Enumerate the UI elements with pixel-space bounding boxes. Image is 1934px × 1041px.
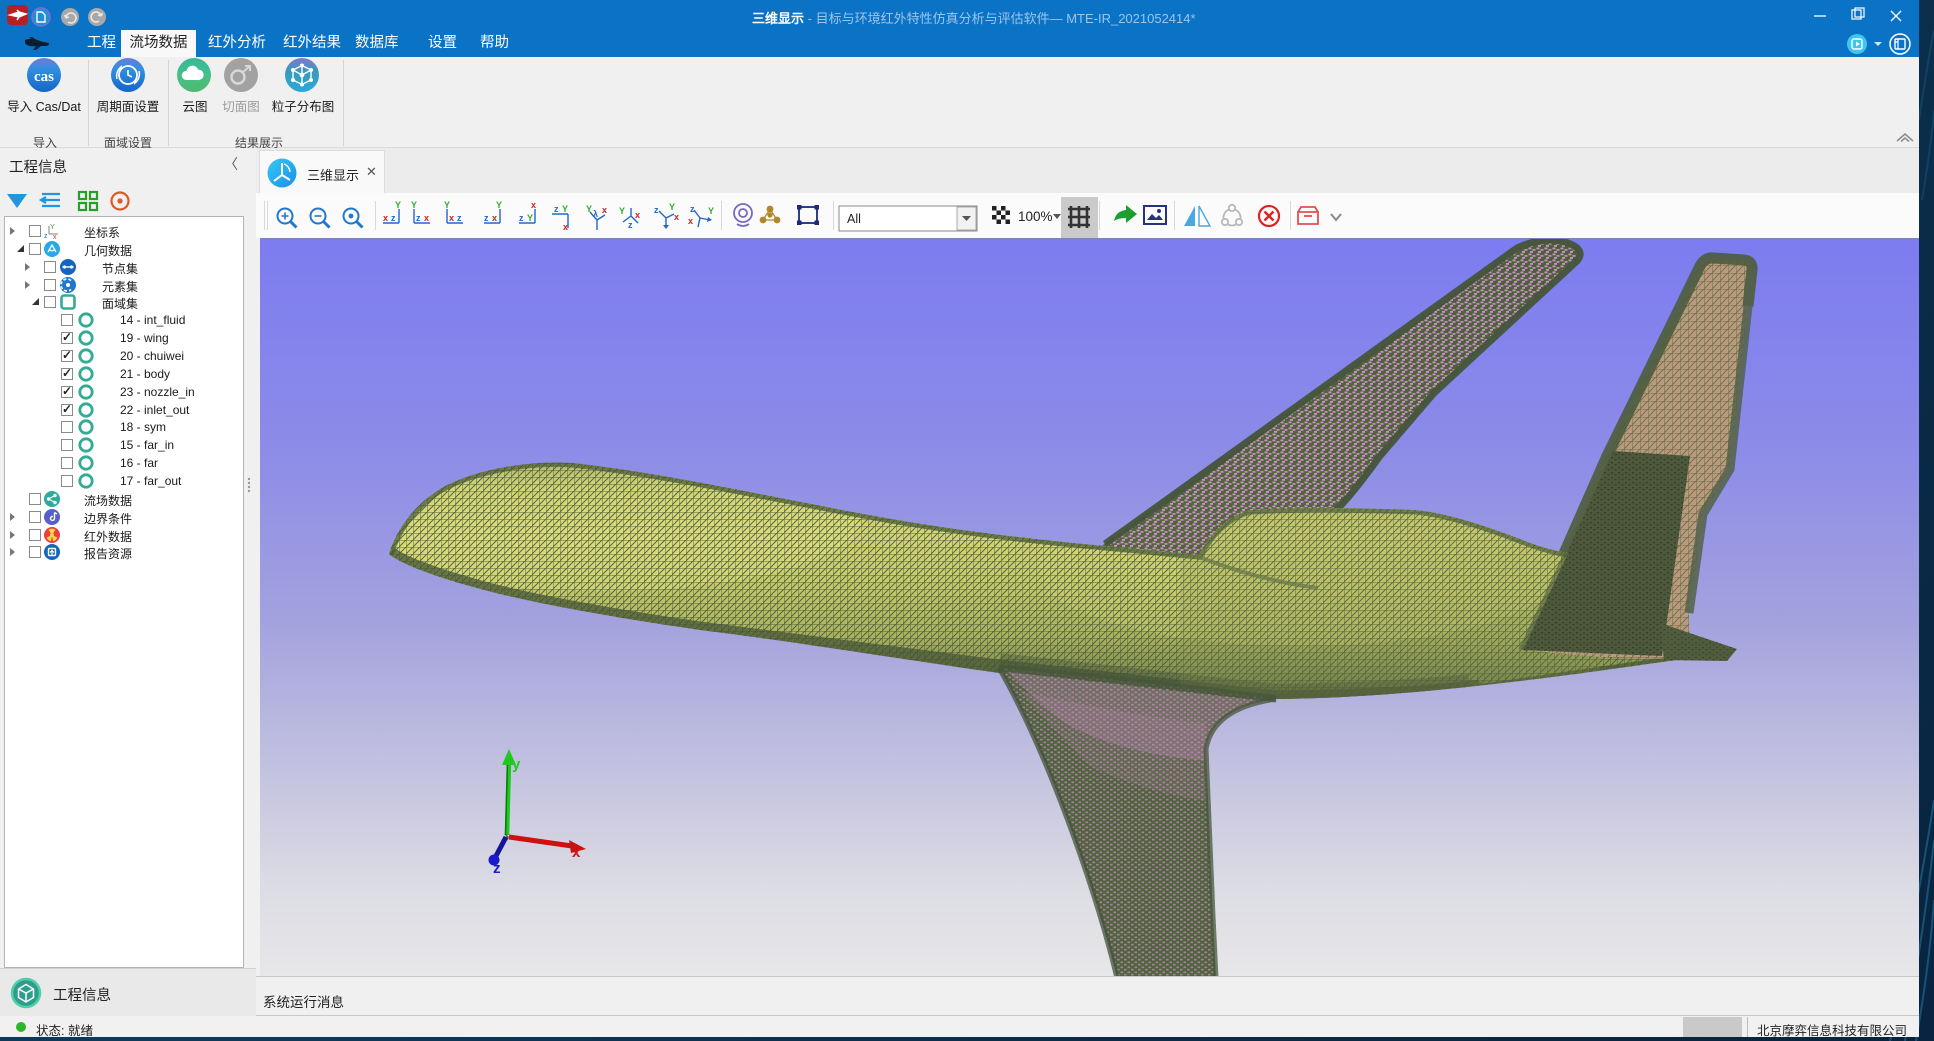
svg-text:z: z [457, 213, 462, 223]
svg-text:Y: Y [619, 206, 625, 216]
svg-text:λ: λ [593, 209, 598, 219]
svg-text:z: z [416, 213, 421, 223]
svg-text:x: x [572, 844, 581, 861]
svg-text:Y: Y [496, 200, 502, 210]
svg-text:y: y [512, 756, 521, 773]
svg-text:cas: cas [34, 69, 54, 85]
svg-text:Y: Y [669, 202, 675, 212]
svg-text:x: x [602, 205, 607, 215]
svg-text:All: All [847, 212, 861, 226]
svg-text:x: x [449, 213, 454, 223]
svg-text:x: x [531, 200, 536, 210]
svg-text:100%: 100% [1018, 209, 1053, 224]
svg-text:z: z [519, 213, 524, 223]
svg-text:x: x [492, 213, 497, 223]
svg-text:z: z [690, 204, 695, 214]
svg-text:x: x [424, 213, 429, 223]
svg-text:Y: Y [562, 204, 568, 214]
svg-text:x: x [688, 216, 693, 226]
svg-text:x: x [674, 212, 679, 222]
svg-text:z: z [484, 213, 489, 223]
svg-text:z: z [493, 860, 501, 877]
svg-text:z: z [654, 205, 659, 215]
svg-text:x: x [635, 210, 640, 220]
svg-text:Y: Y [444, 200, 450, 210]
svg-text:x: x [383, 213, 388, 223]
svg-text:z: z [628, 220, 633, 230]
svg-text:z: z [554, 204, 559, 214]
svg-text:x: x [563, 222, 568, 232]
svg-text:z: z [391, 213, 396, 223]
svg-text:Y: Y [395, 200, 401, 210]
svg-text:Y: Y [50, 224, 55, 231]
svg-text:Y: Y [411, 200, 417, 210]
svg-text:Y: Y [586, 204, 592, 214]
svg-text:Y: Y [527, 213, 533, 223]
svg-text:Y: Y [708, 206, 714, 216]
